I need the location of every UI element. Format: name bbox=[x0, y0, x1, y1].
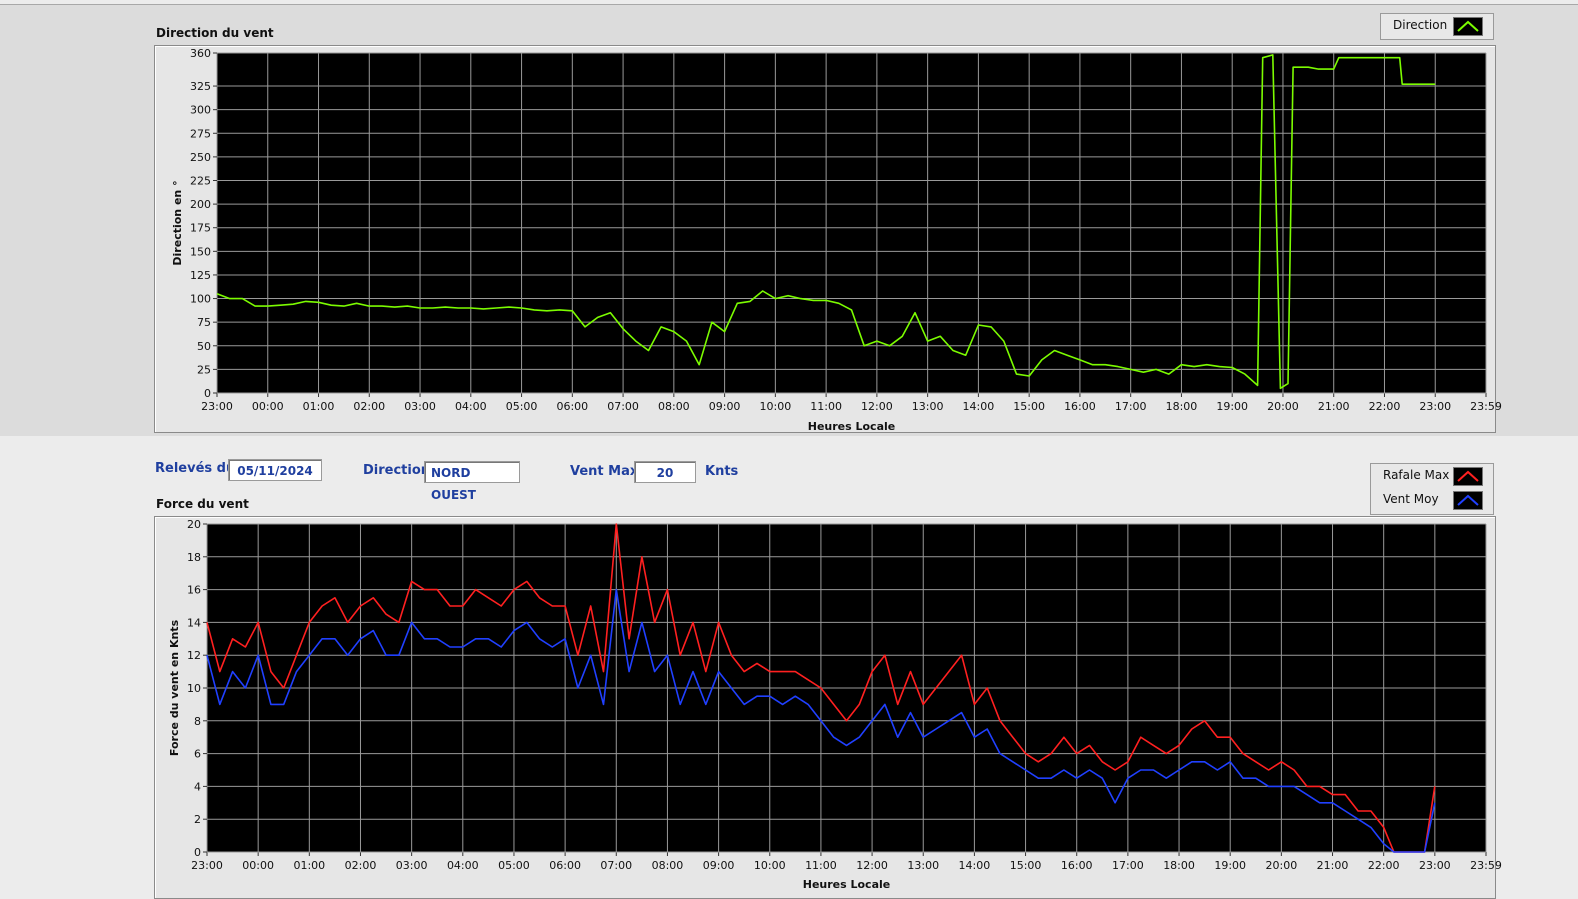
direction-chart-title: Direction du vent bbox=[156, 26, 274, 40]
legend-item-vent-moy[interactable]: Vent Moy bbox=[1371, 488, 1493, 512]
force-chart-frame bbox=[154, 516, 1496, 899]
date-field[interactable]: 05/11/2024 bbox=[228, 459, 322, 481]
vent-max-field[interactable]: 20 bbox=[634, 461, 696, 483]
direction-chart-frame bbox=[154, 45, 1496, 433]
legend-label-rafale-max: Rafale Max bbox=[1383, 468, 1450, 482]
vent-max-label: Vent Max bbox=[570, 464, 639, 479]
legend-label-direction: Direction bbox=[1393, 18, 1448, 32]
force-chart-title: Force du vent bbox=[156, 497, 249, 511]
direction-value-field[interactable]: NORD OUEST bbox=[424, 461, 520, 502]
direction-line-swatch-icon bbox=[1453, 17, 1483, 36]
unit-label: Knts bbox=[705, 464, 739, 479]
legend-item-rafale-max[interactable]: Rafale Max bbox=[1371, 464, 1493, 488]
legend-label-vent-moy: Vent Moy bbox=[1383, 492, 1439, 506]
force-legend[interactable]: Rafale Max Vent Moy bbox=[1370, 463, 1494, 515]
releves-label: Relevés du bbox=[155, 461, 236, 476]
direction-legend[interactable]: Direction bbox=[1380, 13, 1494, 40]
vent-moy-line-swatch-icon bbox=[1453, 491, 1483, 510]
direction-label: Direction bbox=[363, 463, 431, 478]
legend-item-direction[interactable]: Direction bbox=[1381, 14, 1493, 38]
rafale-max-line-swatch-icon bbox=[1453, 467, 1483, 486]
